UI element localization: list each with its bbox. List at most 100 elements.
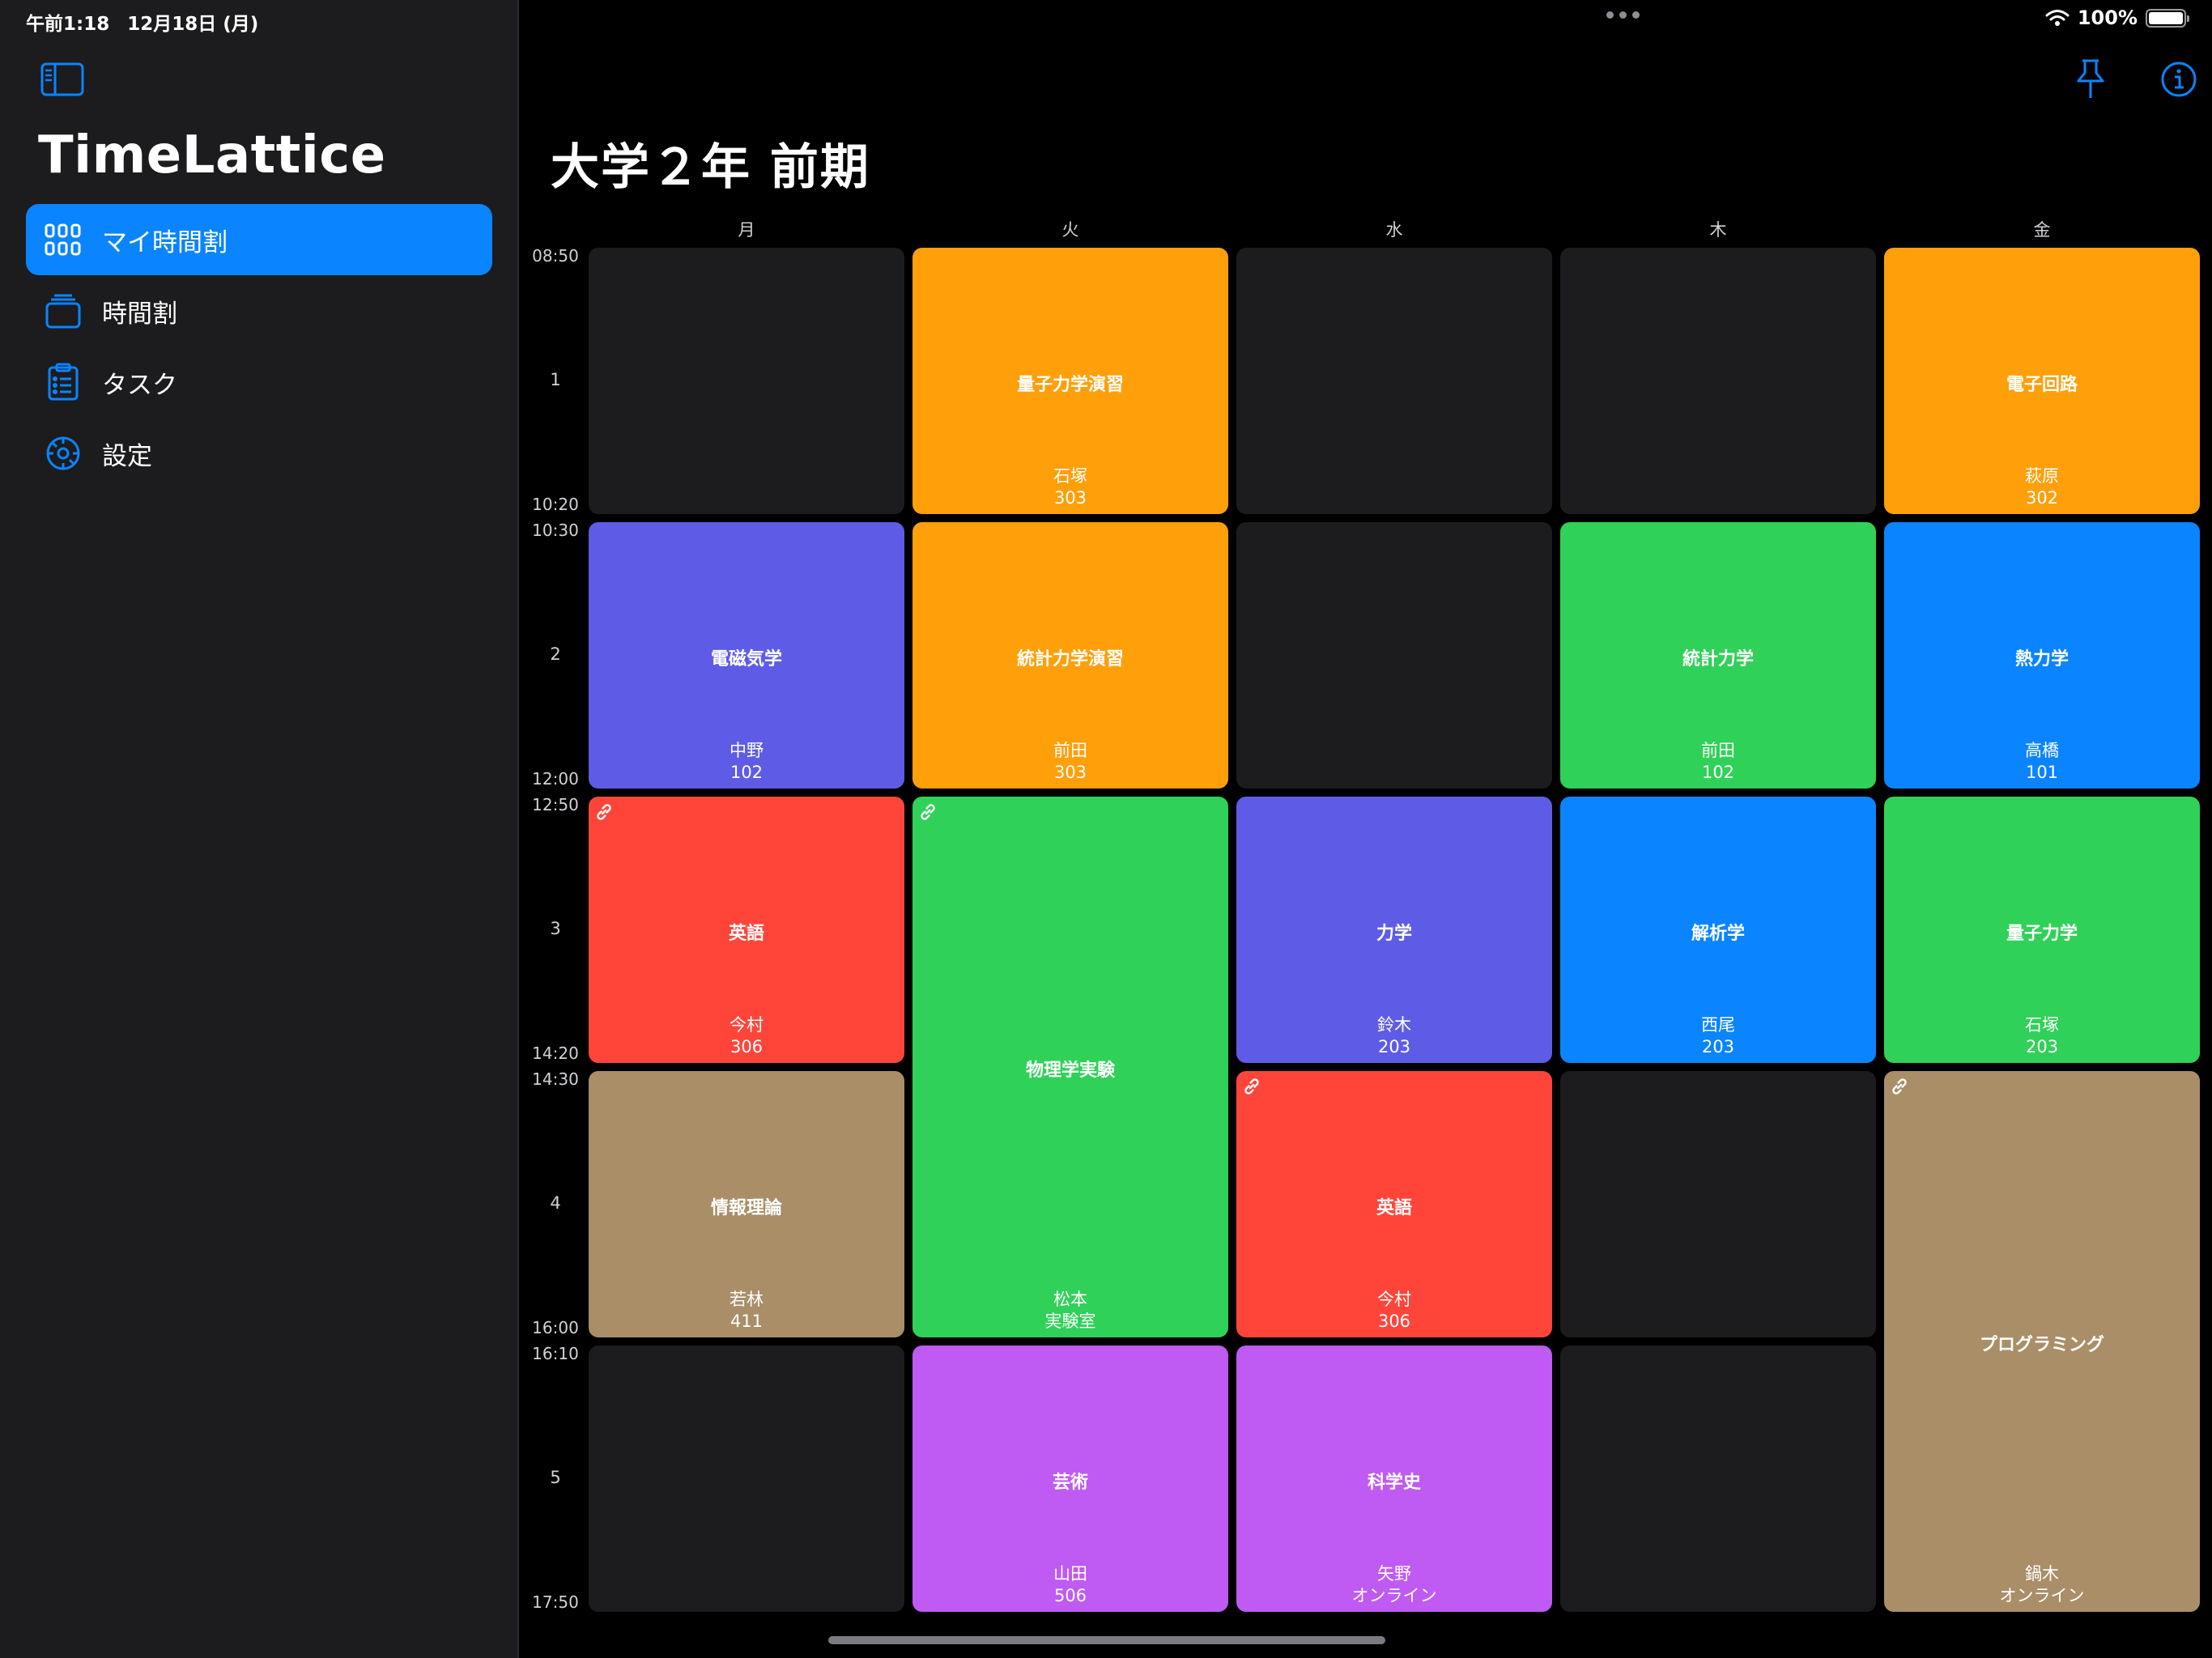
- course-name: 科学史: [1367, 1472, 1421, 1493]
- course-cell[interactable]: 物理学実験 松本 実験室: [912, 797, 1228, 1337]
- home-indicator[interactable]: [828, 1636, 1385, 1644]
- sidebar-item-my-timetable[interactable]: マイ時間割: [26, 204, 492, 275]
- info-button[interactable]: [2156, 57, 2201, 102]
- link-icon: [917, 801, 938, 823]
- course-cell[interactable]: 芸術 山田 506: [912, 1346, 1228, 1612]
- pin-button[interactable]: [2068, 57, 2113, 102]
- course-cell[interactable]: 量子力学演習 石塚 303: [912, 248, 1228, 514]
- course-room: 203: [1701, 1037, 1735, 1056]
- course-details: 今村 306: [1236, 1289, 1552, 1333]
- course-name: 英語: [728, 923, 764, 944]
- course-cell[interactable]: 情報理論若林 411: [589, 1071, 904, 1337]
- status-time: 午前1:18: [26, 14, 110, 35]
- empty-cell[interactable]: [1560, 248, 1876, 514]
- course-name: 熱力学: [2014, 648, 2069, 670]
- sidebar-nav: マイ時間割 時間割 タスク 設定: [26, 204, 492, 489]
- day-header: 月: [738, 220, 755, 240]
- clipboard-icon: [40, 359, 86, 405]
- course-teacher: 前田: [1053, 741, 1087, 760]
- empty-cell[interactable]: [1560, 1071, 1876, 1337]
- status-bar-right: 100%: [2045, 6, 2189, 29]
- course-cell[interactable]: 電磁気学 中野 102: [589, 522, 904, 789]
- sidebar-item-settings[interactable]: 設定: [26, 418, 492, 489]
- period-start-time: 14:30: [532, 1069, 579, 1089]
- course-cell[interactable]: 電子回路 萩原 302: [1884, 248, 2200, 514]
- course-details: 今村 306: [589, 1014, 904, 1058]
- sidebar-item-label: 設定: [102, 441, 152, 471]
- course-cell[interactable]: 力学鈴木 203: [1236, 797, 1552, 1063]
- course-teacher: 若林: [730, 1290, 764, 1309]
- app-title: TimeLattice: [38, 125, 386, 185]
- status-date: 12月18日 (月): [127, 14, 259, 35]
- course-name: プログラミング: [1979, 1335, 2104, 1355]
- course-cell[interactable]: 統計力学前田 102: [1560, 522, 1876, 789]
- course-room: 303: [1053, 488, 1087, 508]
- course-name: 統計力学: [1682, 648, 1754, 670]
- course-cell[interactable]: 量子力学 石塚 203: [1884, 797, 2200, 1063]
- course-cell[interactable]: 英語今村 306: [1236, 1071, 1552, 1337]
- course-cell[interactable]: 熱力学高橋 101: [1884, 522, 2200, 789]
- period-end-time: 14:20: [532, 1044, 579, 1063]
- course-cell[interactable]: プログラミング 鍋木オンライン: [1884, 1071, 2200, 1612]
- link-icon: [593, 801, 615, 823]
- period-number: 1: [550, 369, 561, 389]
- sidebar-icon: [40, 62, 84, 96]
- course-details: 石塚 303: [912, 466, 1228, 509]
- empty-cell[interactable]: [1236, 248, 1552, 514]
- sidebar-item-label: タスク: [102, 370, 177, 400]
- empty-cell[interactable]: [589, 1346, 904, 1612]
- course-room: 411: [730, 1312, 764, 1331]
- course-teacher: 矢野: [1377, 1564, 1411, 1584]
- course-teacher: 石塚: [2025, 1015, 2059, 1035]
- course-details: 松本 実験室: [912, 1289, 1228, 1333]
- sidebar-item-label: マイ時間割: [102, 227, 228, 257]
- period-start-time: 12:50: [532, 795, 579, 814]
- sidebar-toggle-button[interactable]: [40, 62, 84, 97]
- empty-cell[interactable]: [589, 248, 904, 514]
- empty-cell[interactable]: [1236, 522, 1552, 789]
- course-teacher: 今村: [1377, 1290, 1411, 1309]
- pin-icon: [2077, 59, 2104, 98]
- course-name: 情報理論: [710, 1197, 782, 1218]
- course-room: 306: [1377, 1312, 1411, 1331]
- battery-icon: [2146, 8, 2189, 28]
- course-room: 102: [1701, 763, 1735, 782]
- sidebar-item-tasks[interactable]: タスク: [26, 346, 492, 418]
- course-room: 実験室: [1044, 1312, 1096, 1331]
- period-end-time: 10:20: [532, 495, 579, 514]
- period-number: 3: [550, 918, 561, 938]
- course-details: 山田 506: [912, 1563, 1228, 1607]
- course-details: 西尾 203: [1560, 1014, 1876, 1058]
- multitasking-dots[interactable]: [1606, 11, 1640, 19]
- course-details: 鈴木 203: [1236, 1014, 1552, 1058]
- link-icon: [1241, 1076, 1262, 1097]
- empty-cell[interactable]: [1560, 1346, 1876, 1612]
- course-teacher: 鍋木: [2025, 1564, 2059, 1584]
- course-cell[interactable]: 統計力学演習 前田 303: [912, 522, 1228, 789]
- course-name: 英語: [1376, 1197, 1412, 1218]
- course-room: 306: [730, 1037, 764, 1056]
- course-details: 高橋 101: [1884, 740, 2200, 784]
- course-cell[interactable]: 英語今村 306: [589, 797, 904, 1063]
- course-room: 203: [2025, 1037, 2059, 1056]
- sidebar-item-timetables[interactable]: 時間割: [26, 275, 492, 346]
- day-header: 水: [1385, 220, 1403, 240]
- course-room: オンライン: [1351, 1586, 1437, 1605]
- course-teacher: 前田: [1701, 741, 1735, 760]
- course-name: 統計力学演習: [1016, 648, 1124, 670]
- wifi-icon: [2045, 10, 2069, 26]
- course-teacher: 中野: [730, 741, 764, 760]
- period-end-time: 16:00: [532, 1318, 579, 1337]
- day-header: 木: [1709, 220, 1727, 240]
- course-room: オンライン: [1999, 1586, 2085, 1605]
- period-number: 5: [550, 1467, 561, 1487]
- day-header: 金: [2033, 220, 2051, 240]
- course-details: 中野 102: [589, 740, 904, 784]
- course-cell[interactable]: 解析学 西尾 203: [1560, 797, 1876, 1063]
- sidebar-item-label: 時間割: [102, 299, 177, 329]
- course-teacher: 高橋: [2025, 741, 2059, 760]
- course-name: 力学: [1376, 923, 1412, 944]
- course-cell[interactable]: 科学史矢野オンライン: [1236, 1346, 1552, 1612]
- course-details: 前田 102: [1560, 740, 1876, 784]
- course-room: 506: [1053, 1586, 1087, 1605]
